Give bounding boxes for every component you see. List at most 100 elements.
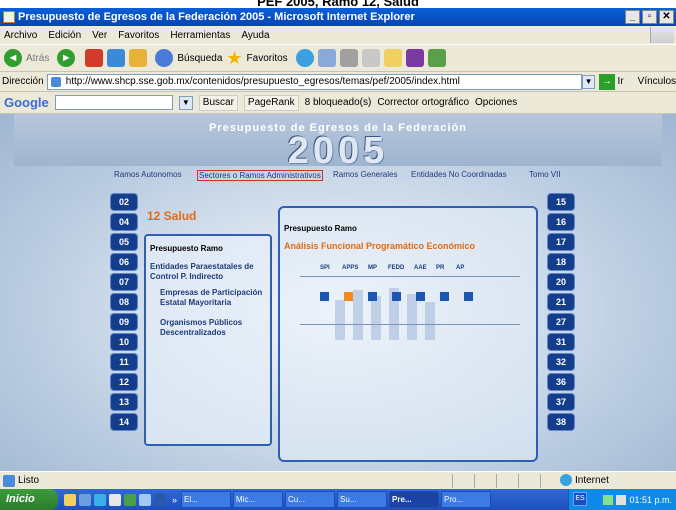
- nav-tomo-vii[interactable]: Tomo VII: [529, 170, 561, 179]
- task-button[interactable]: El...: [181, 491, 232, 508]
- function-label[interactable]: APPS: [342, 265, 358, 271]
- function-square[interactable]: [392, 292, 401, 301]
- minimize-button[interactable]: _: [625, 10, 640, 24]
- stop-icon[interactable]: [85, 49, 104, 67]
- ramo-button[interactable]: 04: [111, 214, 137, 230]
- quick-launch-icon[interactable]: [109, 493, 121, 506]
- ramo-button[interactable]: 21: [548, 294, 574, 310]
- tray-icon[interactable]: [616, 494, 627, 505]
- link-entidades-paraestatales[interactable]: Entidades Paraestatales de Control P. In…: [150, 262, 268, 282]
- nav-entidades[interactable]: Entidades No Coordinadas: [411, 170, 507, 179]
- menu-herramientas[interactable]: Herramientas: [170, 30, 230, 41]
- favorites-label[interactable]: Favoritos: [247, 53, 288, 64]
- search-label[interactable]: Búsqueda: [177, 53, 222, 64]
- refresh-icon[interactable]: [107, 49, 126, 67]
- quick-launch-icon[interactable]: [124, 493, 136, 506]
- edit-icon[interactable]: [361, 49, 380, 67]
- ramo-button[interactable]: 27: [548, 314, 574, 330]
- search-icon[interactable]: [155, 49, 174, 67]
- ramo-button[interactable]: 16: [548, 214, 574, 230]
- nav-sectores[interactable]: Sectores o Ramos Administrativos: [197, 170, 323, 181]
- ramo-button[interactable]: 32: [548, 354, 574, 370]
- menu-ver[interactable]: Ver: [92, 30, 107, 41]
- nav-ramos-autonomos[interactable]: Ramos Autonomos: [114, 170, 182, 179]
- function-label[interactable]: AAE: [414, 265, 427, 271]
- quick-launch-icon[interactable]: [64, 493, 76, 506]
- ramo-button[interactable]: 09: [111, 314, 137, 330]
- menu-favoritos[interactable]: Favoritos: [118, 30, 159, 41]
- function-label[interactable]: MP: [368, 265, 377, 271]
- people-icon[interactable]: [427, 49, 446, 67]
- function-square[interactable]: [368, 292, 377, 301]
- google-logo[interactable]: Google: [4, 95, 49, 110]
- ramo-button[interactable]: 11: [111, 354, 137, 370]
- right-panel-heading[interactable]: Presupuesto Ramo: [284, 224, 357, 233]
- url-dropdown-icon[interactable]: ▼: [581, 74, 596, 89]
- maximize-button[interactable]: ▫: [642, 10, 657, 24]
- function-square-selected[interactable]: [344, 292, 353, 301]
- task-button-active[interactable]: Pre...: [389, 491, 440, 508]
- ramo-button[interactable]: 10: [111, 334, 137, 350]
- function-square[interactable]: [320, 292, 329, 301]
- ramo-button[interactable]: 14: [111, 414, 137, 430]
- quick-launch-icon[interactable]: [154, 493, 166, 506]
- function-square[interactable]: [440, 292, 449, 301]
- ramo-button[interactable]: 38: [548, 414, 574, 430]
- ramo-button[interactable]: 02: [111, 194, 137, 210]
- popup-blocked-label[interactable]: 8 bloqueado(s): [305, 97, 372, 108]
- nav-ramos-generales[interactable]: Ramos Generales: [333, 170, 397, 179]
- function-label[interactable]: AP: [456, 265, 464, 271]
- print-icon[interactable]: [339, 49, 358, 67]
- go-arrow-icon[interactable]: →: [599, 73, 615, 90]
- tray-icon[interactable]: [603, 494, 614, 505]
- ramo-button[interactable]: 06: [111, 254, 137, 270]
- task-button[interactable]: Cu...: [285, 491, 336, 508]
- function-square[interactable]: [464, 292, 473, 301]
- language-indicator[interactable]: ES: [573, 492, 587, 506]
- url-field[interactable]: http://www.shcp.sse.gob.mx/contenidos/pr…: [46, 73, 582, 90]
- start-button[interactable]: Inicio: [0, 489, 58, 510]
- ramo-button[interactable]: 17: [548, 234, 574, 250]
- ramo-button[interactable]: 13: [111, 394, 137, 410]
- ramo-button[interactable]: 37: [548, 394, 574, 410]
- task-button[interactable]: Su...: [337, 491, 388, 508]
- back-label[interactable]: Atrás: [26, 53, 49, 64]
- ramo-button[interactable]: 15: [548, 194, 574, 210]
- quick-launch-icon[interactable]: [139, 493, 151, 506]
- function-label[interactable]: SPI: [320, 265, 330, 271]
- messenger-icon[interactable]: [405, 49, 424, 67]
- ramo-button[interactable]: 18: [548, 254, 574, 270]
- menu-archivo[interactable]: Archivo: [4, 30, 37, 41]
- home-icon[interactable]: [129, 49, 148, 67]
- quick-launch-icon[interactable]: [94, 493, 106, 506]
- links-label[interactable]: Vínculos: [638, 76, 676, 87]
- function-label[interactable]: FEDD: [388, 265, 404, 271]
- forward-arrow-icon[interactable]: ►: [57, 49, 76, 67]
- favorites-star-icon[interactable]: ★: [226, 49, 242, 67]
- task-button[interactable]: Mic...: [233, 491, 284, 508]
- options-button[interactable]: Opciones: [475, 97, 517, 108]
- ramo-button[interactable]: 20: [548, 274, 574, 290]
- menu-edicion[interactable]: Edición: [48, 30, 81, 41]
- ramo-button[interactable]: 07: [111, 274, 137, 290]
- ramo-button[interactable]: 31: [548, 334, 574, 350]
- link-organismos-publicos[interactable]: Organismos Públicos Descentralizados: [160, 318, 260, 338]
- google-search-button[interactable]: Buscar: [198, 94, 238, 111]
- ramo-button[interactable]: 05: [111, 234, 137, 250]
- folder-icon[interactable]: [383, 49, 402, 67]
- window-titlebar[interactable]: Presupuesto de Egresos de la Federación …: [0, 8, 676, 26]
- spell-check-button[interactable]: Corrector ortográfico: [377, 97, 469, 108]
- ramo-button[interactable]: 08: [111, 294, 137, 310]
- left-panel-heading[interactable]: Presupuesto Ramo: [150, 244, 223, 253]
- function-label[interactable]: PR: [436, 265, 444, 271]
- close-button[interactable]: ✕: [659, 10, 674, 24]
- function-square[interactable]: [416, 292, 425, 301]
- link-empresas-participacion[interactable]: Empresas de Participación Estatal Mayori…: [160, 288, 270, 308]
- ramo-button[interactable]: 12: [111, 374, 137, 390]
- task-button[interactable]: Pro...: [441, 491, 492, 508]
- ramo-button[interactable]: 36: [548, 374, 574, 390]
- history-icon[interactable]: [295, 49, 314, 67]
- quick-launch-icon[interactable]: [79, 493, 91, 506]
- google-dropdown-icon[interactable]: ▼: [178, 95, 193, 110]
- google-search-input[interactable]: [54, 95, 173, 110]
